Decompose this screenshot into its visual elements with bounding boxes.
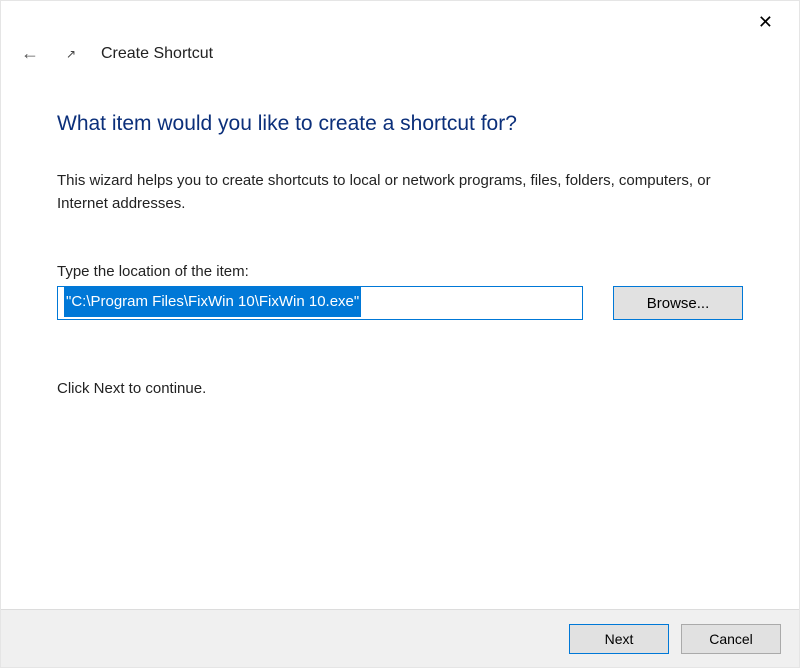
- breadcrumb: Create Shortcut: [101, 45, 213, 63]
- close-icon[interactable]: ✕: [750, 9, 781, 35]
- continue-hint: Click Next to continue.: [57, 380, 743, 397]
- shortcut-wizard-icon: ↗: [63, 46, 79, 62]
- cancel-button[interactable]: Cancel: [681, 624, 781, 654]
- back-arrow-icon[interactable]: ←: [19, 43, 41, 64]
- wizard-description: This wizard helps you to create shortcut…: [57, 170, 717, 215]
- create-shortcut-dialog: ✕ ← ↗ Create Shortcut What item would yo…: [0, 0, 800, 668]
- location-label: Type the location of the item:: [57, 263, 743, 280]
- dialog-header: ← ↗ Create Shortcut: [1, 43, 799, 64]
- next-button[interactable]: Next: [569, 624, 669, 654]
- titlebar: ✕: [1, 1, 799, 49]
- location-input-selection: "C:\Program Files\FixWin 10\FixWin 10.ex…: [64, 287, 361, 317]
- dialog-content: What item would you like to create a sho…: [1, 64, 799, 609]
- page-title: What item would you like to create a sho…: [57, 112, 743, 136]
- browse-button[interactable]: Browse...: [613, 286, 743, 320]
- dialog-footer: Next Cancel: [1, 609, 799, 667]
- location-input[interactable]: "C:\Program Files\FixWin 10\FixWin 10.ex…: [57, 286, 583, 320]
